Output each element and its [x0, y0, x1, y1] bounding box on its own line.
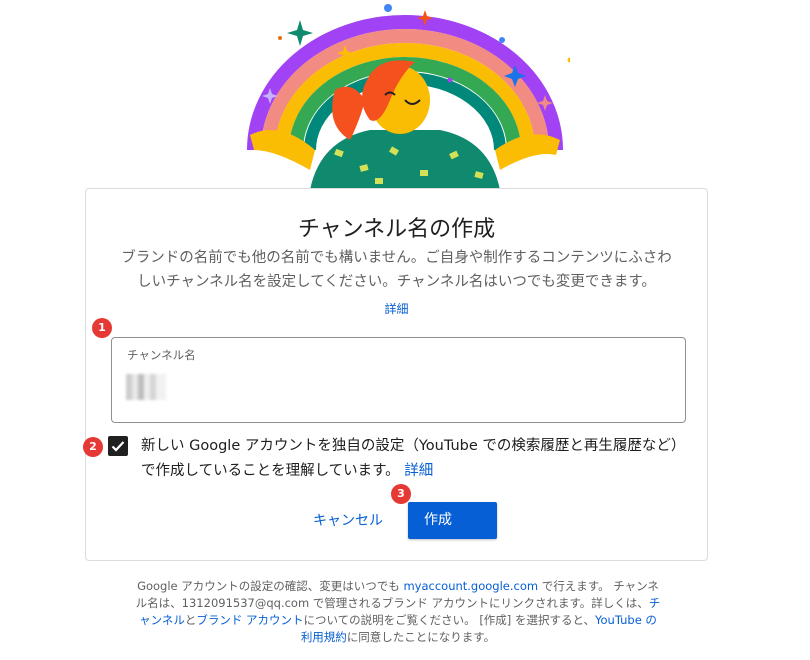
- channel-name-field[interactable]: チャンネル名 ██: [111, 337, 686, 423]
- footer-text-1: Google アカウントの設定の確認、変更はいつでも: [137, 579, 404, 593]
- footer-text-5: に同意したことになります。: [346, 630, 496, 644]
- acknowledge-text: 新しい Google アカウントを独自の設定（YouTube での検索履歴と再生…: [141, 434, 681, 484]
- footer-notice: Google アカウントの設定の確認、変更はいつでも myaccount.goo…: [135, 578, 661, 646]
- brand-account-link[interactable]: ブランド アカウント: [196, 613, 303, 627]
- annotation-marker-3: 3: [391, 484, 411, 504]
- myaccount-link[interactable]: myaccount.google.com: [403, 579, 538, 593]
- channel-name-input[interactable]: ██: [126, 374, 166, 400]
- create-button[interactable]: 作成: [408, 502, 497, 539]
- acknowledge-checkbox[interactable]: [108, 436, 128, 456]
- footer-text-4: についての説明をご覧ください。 [作成] を選択すると、: [303, 613, 595, 627]
- details-link[interactable]: 詳細: [86, 300, 707, 317]
- dialog-description: ブランドの名前でも他の名前でも構いません。ご自身や制作するコンテンツにふさわしい…: [121, 250, 672, 290]
- cancel-button[interactable]: キャンセル: [308, 507, 388, 535]
- dialog-title: チャンネル名の作成: [297, 217, 496, 242]
- checkmark-icon: [111, 441, 125, 452]
- annotation-marker-1: 1: [92, 318, 112, 338]
- annotation-marker-2: 2: [83, 437, 103, 457]
- channel-name-label: チャンネル名: [127, 348, 196, 362]
- acknowledge-details-link[interactable]: 詳細: [404, 463, 433, 479]
- footer-text-3: と: [184, 613, 197, 627]
- rainbow-illustration: [247, 4, 570, 190]
- create-channel-dialog: チャンネル名の作成 ブランドの名前でも他の名前でも構いません。ご自身や制作するコ…: [85, 188, 708, 561]
